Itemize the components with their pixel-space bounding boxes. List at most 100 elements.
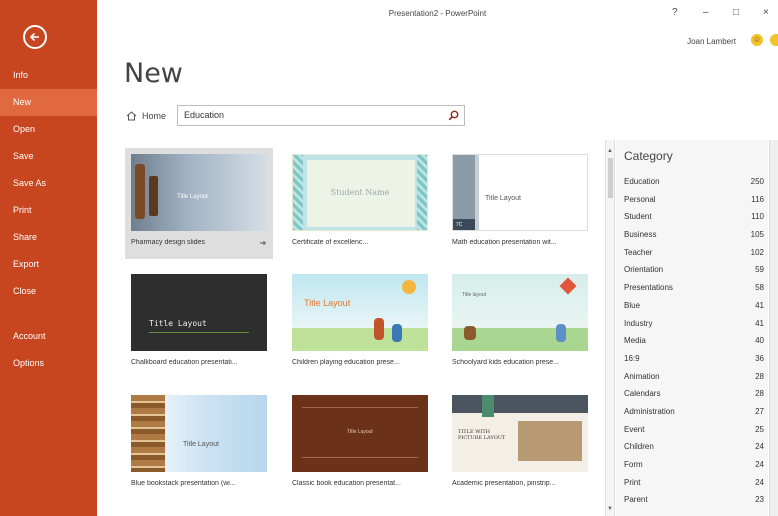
category-name: Orientation [624, 265, 664, 275]
template-tile[interactable]: Title Layout Children playing education … [286, 268, 434, 379]
scroll-up-icon[interactable]: ▲ [607, 148, 613, 154]
category-item[interactable]: Administration 27 [624, 403, 764, 421]
nav-export[interactable]: Export [0, 251, 97, 278]
category-count: 41 [755, 300, 764, 310]
category-name: Student [624, 212, 652, 222]
category-item[interactable]: Calendars 28 [624, 385, 764, 403]
template-tile[interactable]: Title Layout Blue bookstack presentation… [125, 389, 273, 500]
category-item[interactable]: Form 24 [624, 456, 764, 474]
category-item[interactable]: Business 105 [624, 226, 764, 244]
nav-info[interactable]: Info [0, 62, 97, 89]
close-button[interactable]: × [763, 7, 769, 18]
category-item[interactable]: Personal 116 [624, 191, 764, 209]
category-count: 59 [755, 265, 764, 275]
category-item[interactable]: Media 40 [624, 332, 764, 350]
nav-close[interactable]: Close [0, 278, 97, 305]
category-count: 40 [755, 336, 764, 346]
scroll-down-icon[interactable]: ▼ [607, 506, 613, 512]
search-input[interactable] [184, 110, 434, 120]
template-thumbnail: TITLE WITH PICTURE LAYOUT [452, 395, 588, 472]
help-button[interactable]: ? [672, 7, 678, 18]
category-name: Children [624, 442, 654, 452]
thumb-text: Title Layout [485, 195, 521, 202]
template-thumbnail: Title Layout [131, 395, 267, 472]
nav-save-as[interactable]: Save As [0, 170, 97, 197]
category-count: 105 [750, 230, 764, 240]
category-item[interactable]: Event 25 [624, 421, 764, 439]
nav-print[interactable]: Print [0, 197, 97, 224]
maximize-button[interactable]: □ [733, 7, 739, 18]
template-thumbnail: Title Layout [131, 274, 267, 351]
home-icon [126, 111, 137, 121]
template-tile[interactable]: Title layout Schoolyard kids education p… [446, 268, 594, 379]
template-label: Academic presentation, pinstrip... [452, 480, 556, 487]
smile-icon[interactable]: ☺ [751, 34, 763, 46]
category-count: 24 [755, 477, 764, 487]
category-item[interactable]: Education 250 [624, 173, 764, 191]
category-name: Education [624, 177, 660, 186]
category-item[interactable]: Teacher 102 [624, 244, 764, 262]
nav-open[interactable]: Open [0, 116, 97, 143]
template-tile[interactable]: 7C Title Layout Math education presentat… [446, 148, 594, 259]
nav-share[interactable]: Share [0, 224, 97, 251]
category-item[interactable]: Children 24 [624, 438, 764, 456]
category-item[interactable]: 16:9 36 [624, 350, 764, 368]
category-count: 27 [755, 406, 764, 416]
category-name: Blue [624, 300, 641, 310]
category-count: 58 [755, 283, 764, 293]
minimize-button[interactable]: – [703, 7, 709, 18]
template-label: Pharmacy design slides [131, 239, 205, 246]
frown-icon[interactable] [770, 34, 778, 46]
category-name: Industry [624, 318, 653, 328]
thumb-text: Title Layout [183, 441, 219, 448]
category-item[interactable]: Blue 41 [624, 297, 764, 315]
category-item[interactable]: Animation 28 [624, 368, 764, 386]
nav-account[interactable]: Account [0, 323, 97, 350]
pin-icon[interactable] [259, 239, 267, 247]
template-tile[interactable]: TITLE WITH PICTURE LAYOUT Academic prese… [446, 389, 594, 500]
template-thumbnail: Title layout [452, 274, 588, 351]
category-item[interactable]: Print 24 [624, 474, 764, 492]
category-item[interactable]: Student 110 [624, 208, 764, 226]
category-count: 25 [755, 424, 764, 434]
category-item[interactable]: Presentations 58 [624, 279, 764, 297]
home-link[interactable]: Home [126, 111, 166, 121]
template-label: Math education presentation wit... [452, 239, 557, 246]
template-tile[interactable]: Student Name Certificate of excellenc... [286, 148, 434, 259]
search-box [177, 105, 465, 126]
template-thumbnail: Title Layout [131, 154, 267, 231]
nav-options[interactable]: Options [0, 350, 97, 377]
category-name: Form [624, 460, 643, 469]
template-thumbnail: Title Layout [292, 274, 428, 351]
scroll-thumb[interactable] [608, 158, 613, 198]
template-tile[interactable]: Title Layout Chalkboard education presen… [125, 268, 273, 379]
category-item[interactable]: Parent 23 [624, 491, 764, 509]
category-count: 28 [755, 389, 764, 399]
category-count: 36 [755, 353, 764, 363]
back-arrow-icon[interactable] [23, 25, 47, 49]
category-scrollbar[interactable] [769, 140, 778, 516]
user-name[interactable]: Joan Lambert [687, 37, 736, 46]
template-tile[interactable]: Title Layout Classic book education pres… [286, 389, 434, 500]
category-name: Media [624, 336, 646, 346]
template-thumbnail: Title Layout [292, 395, 428, 472]
category-item[interactable]: Industry 41 [624, 315, 764, 333]
nav-new[interactable]: New [0, 89, 97, 116]
category-heading: Category [624, 149, 673, 163]
nav-save[interactable]: Save [0, 143, 97, 170]
category-pane: Category Education 250 Personal 116 Studen… [616, 140, 768, 516]
category-list: Education 250 Personal 116 Student 110 Busi… [624, 173, 764, 509]
thumb-text: Title Layout [304, 298, 351, 308]
gallery-scrollbar[interactable]: ▲ ▼ [605, 140, 615, 516]
backstage-sidebar: Info New Open Save Save As Print Share E… [0, 0, 97, 516]
category-count: 24 [755, 442, 764, 452]
category-item[interactable]: Orientation 59 [624, 261, 764, 279]
template-label: Classic book education presentat... [292, 480, 401, 487]
template-tile[interactable]: Title Layout Pharmacy design slides [125, 148, 273, 259]
category-count: 250 [750, 177, 764, 186]
template-thumbnail: 7C Title Layout [452, 154, 588, 231]
category-name: Business [624, 230, 657, 240]
category-name: 16:9 [624, 353, 640, 363]
search-icon[interactable] [448, 110, 459, 121]
category-name: Personal [624, 194, 656, 204]
